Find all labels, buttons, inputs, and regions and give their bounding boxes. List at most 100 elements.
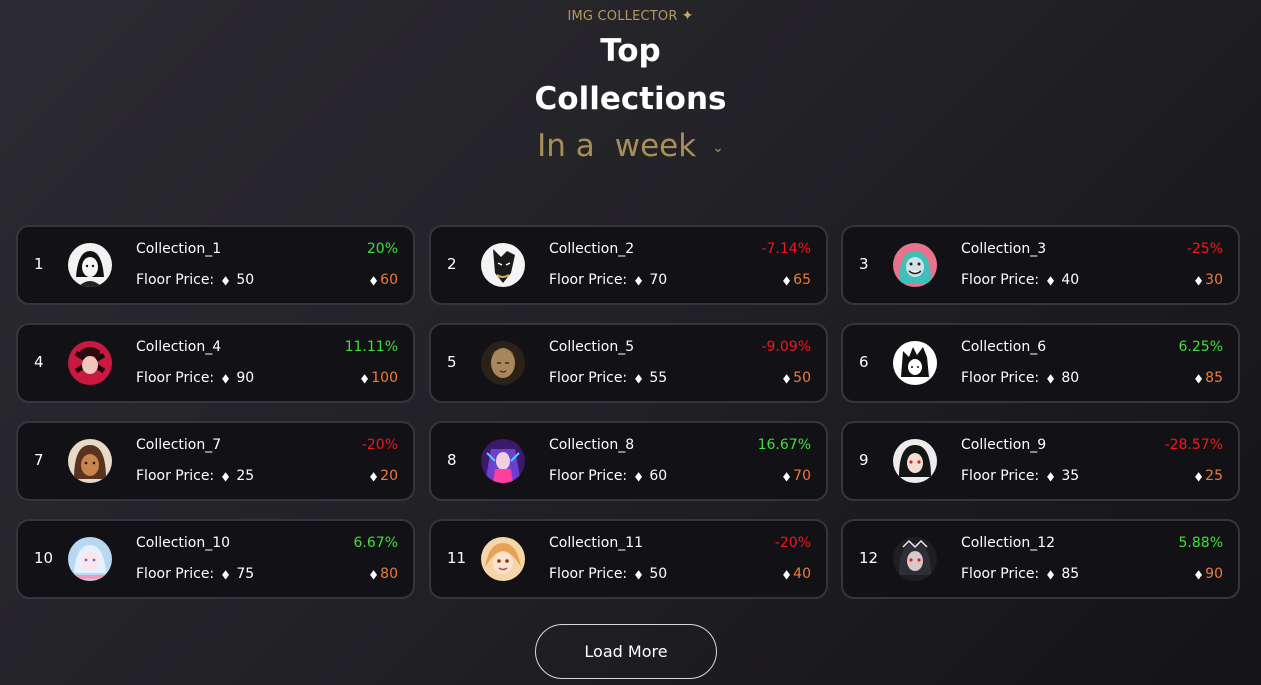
floor-price: Floor Price: ◆ 70 xyxy=(549,272,667,288)
collection-avatar[interactable] xyxy=(68,341,112,385)
collection-avatar[interactable] xyxy=(68,537,112,581)
current-price-value: 25 xyxy=(1205,468,1223,484)
floor-price-label: Floor Price: xyxy=(549,566,628,582)
floor-price: Floor Price: ◆ 50 xyxy=(549,566,667,582)
collection-avatar[interactable] xyxy=(68,439,112,483)
ethereum-icon: ◆ xyxy=(635,371,643,385)
floor-price-value: 50 xyxy=(236,272,255,288)
collection-card[interactable]: 7 Collection_7 Floor Price: ◆ 25 -20% ◆ 20 xyxy=(16,421,415,501)
collection-name[interactable]: Collection_2 xyxy=(549,241,634,257)
floor-price: Floor Price: ◆ 90 xyxy=(136,370,254,386)
current-price-value: 70 xyxy=(793,468,811,484)
collection-name[interactable]: Collection_7 xyxy=(136,437,221,453)
collection-card[interactable]: 1 Collection_1 Floor Price: ◆ 50 20% ◆ 60 xyxy=(16,225,415,305)
floor-price-label: Floor Price: xyxy=(961,566,1040,582)
collection-card[interactable]: 8 Collection_8 Floor Price: ◆ 60 16.67% ◆ 70 xyxy=(429,421,828,501)
ethereum-icon: ◆ xyxy=(1047,469,1055,483)
current-price-value: 30 xyxy=(1205,272,1223,288)
price-change: -25% xyxy=(1186,241,1223,257)
collection-name[interactable]: Collection_4 xyxy=(136,339,221,355)
ethereum-icon: ◆ xyxy=(1047,273,1055,287)
collection-card[interactable]: 10 Collection_10 Floor Price: ◆ 75 6.67% ◆ 80 xyxy=(16,519,415,599)
collection-avatar[interactable] xyxy=(893,537,937,581)
floor-price-value: 25 xyxy=(236,468,255,484)
current-price: ◆ 30 xyxy=(1194,272,1223,288)
collection-rank: 5 xyxy=(447,353,457,371)
collection-name[interactable]: Collection_1 xyxy=(136,241,221,257)
price-change: 16.67% xyxy=(757,437,811,453)
collection-name[interactable]: Collection_8 xyxy=(549,437,634,453)
collection-card[interactable]: 4 Collection_4 Floor Price: ◆ 90 11.11% ◆ 100 xyxy=(16,323,415,403)
collection-avatar[interactable] xyxy=(481,537,525,581)
current-price: ◆ 90 xyxy=(1194,566,1223,582)
current-price-value: 50 xyxy=(793,370,811,386)
collection-name[interactable]: Collection_6 xyxy=(961,339,1046,355)
collection-name[interactable]: Collection_9 xyxy=(961,437,1046,453)
price-change: -20% xyxy=(774,535,811,551)
price-change: 6.25% xyxy=(1178,339,1223,355)
current-price: ◆ 100 xyxy=(360,370,398,386)
collection-rank: 10 xyxy=(34,549,54,567)
period-prefix: In a xyxy=(537,128,595,164)
collection-name[interactable]: Collection_11 xyxy=(549,535,643,551)
current-price-value: 65 xyxy=(793,272,811,288)
current-price: ◆ 50 xyxy=(782,370,811,386)
current-price: ◆ 70 xyxy=(782,468,811,484)
collection-rank: 3 xyxy=(859,255,869,273)
current-price: ◆ 80 xyxy=(369,566,398,582)
price-change: 20% xyxy=(366,241,398,257)
current-price-value: 40 xyxy=(793,566,811,582)
ethereum-icon: ◆ xyxy=(222,371,230,385)
collection-rank: 7 xyxy=(34,451,44,469)
price-change: -28.57% xyxy=(1164,437,1223,453)
current-price: ◆ 85 xyxy=(1194,370,1223,386)
collection-name[interactable]: Collection_10 xyxy=(136,535,230,551)
current-price: ◆ 60 xyxy=(369,272,398,288)
ethereum-icon: ◆ xyxy=(361,371,369,385)
collection-name[interactable]: Collection_12 xyxy=(961,535,1055,551)
price-change: 6.67% xyxy=(353,535,398,551)
floor-price-label: Floor Price: xyxy=(961,272,1040,288)
collection-card[interactable]: 9 Collection_9 Floor Price: ◆ 35 -28.57% ◆ 25 xyxy=(841,421,1240,501)
price-change: 5.88% xyxy=(1178,535,1223,551)
floor-price-label: Floor Price: xyxy=(961,468,1040,484)
collection-avatar[interactable] xyxy=(481,341,525,385)
collection-name[interactable]: Collection_5 xyxy=(549,339,634,355)
collection-card[interactable]: 6 Collection_6 Floor Price: ◆ 80 6.25% ◆ 85 xyxy=(841,323,1240,403)
collection-card[interactable]: 12 Collection_12 Floor Price: ◆ 85 5.88% ◆ 90 xyxy=(841,519,1240,599)
collection-rank: 2 xyxy=(447,255,457,273)
current-price-value: 85 xyxy=(1205,370,1223,386)
period-value[interactable]: week xyxy=(615,128,696,164)
price-change: -20% xyxy=(361,437,398,453)
price-change: 11.11% xyxy=(344,339,398,355)
collection-avatar[interactable] xyxy=(481,243,525,287)
brand-label: IMG COLLECTOR xyxy=(567,8,678,24)
floor-price-value: 75 xyxy=(236,566,255,582)
collection-avatar[interactable] xyxy=(893,341,937,385)
ethereum-icon: ◆ xyxy=(635,567,643,581)
collection-avatar[interactable] xyxy=(893,439,937,483)
chevron-down-icon[interactable]: ⌄ xyxy=(712,140,724,156)
ethereum-icon: ◆ xyxy=(222,469,230,483)
floor-price: Floor Price: ◆ 85 xyxy=(961,566,1079,582)
floor-price-value: 55 xyxy=(649,370,668,386)
collection-card[interactable]: 3 Collection_3 Floor Price: ◆ 40 -25% ◆ 30 xyxy=(841,225,1240,305)
load-more-button[interactable]: Load More xyxy=(535,624,717,679)
collection-card[interactable]: 2 Collection_2 Floor Price: ◆ 70 -7.14% ◆ 65 xyxy=(429,225,828,305)
floor-price: Floor Price: ◆ 50 xyxy=(136,272,254,288)
collection-card[interactable]: 5 Collection_5 Floor Price: ◆ 55 -9.09% ◆ 50 xyxy=(429,323,828,403)
current-price: ◆ 65 xyxy=(782,272,811,288)
floor-price-value: 90 xyxy=(236,370,255,386)
collection-avatar[interactable] xyxy=(481,439,525,483)
period-selector[interactable]: In a week ⌄ xyxy=(0,128,1261,164)
ethereum-icon: ◆ xyxy=(783,371,791,385)
current-price-value: 80 xyxy=(380,566,398,582)
collection-name[interactable]: Collection_3 xyxy=(961,241,1046,257)
price-change: -9.09% xyxy=(761,339,811,355)
floor-price-label: Floor Price: xyxy=(549,272,628,288)
collection-card[interactable]: 11 Collection_11 Floor Price: ◆ 50 -20% ◆ 40 xyxy=(429,519,828,599)
collection-avatar[interactable] xyxy=(893,243,937,287)
ethereum-icon: ◆ xyxy=(1195,273,1203,287)
current-price-value: 90 xyxy=(1205,566,1223,582)
collection-avatar[interactable] xyxy=(68,243,112,287)
